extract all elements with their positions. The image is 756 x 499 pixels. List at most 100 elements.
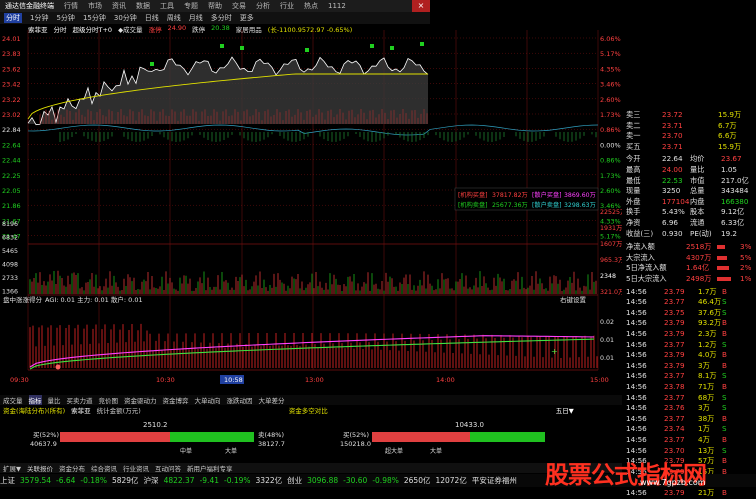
price-tick: 23.83	[2, 50, 21, 58]
tick-row: 14:56 23.77 1.2万 S	[622, 340, 756, 351]
fund-stat-tab[interactable]: 统计金额(万元)	[97, 405, 141, 415]
tick-direction: S	[722, 297, 727, 306]
signal-marker	[240, 46, 244, 50]
balance-left-center: 2510.2	[143, 421, 168, 429]
price-tick: 22.25	[2, 172, 21, 180]
status-item-6: 4822.37	[164, 476, 195, 485]
menu-analysis[interactable]: 分析	[256, 1, 270, 11]
menu-market[interactable]: 市场	[88, 1, 102, 11]
stat-value: 22.53	[662, 176, 683, 185]
menu-help[interactable]: 帮助	[208, 1, 222, 11]
stat-label: 总量	[690, 186, 704, 196]
bottom-tab-0[interactable]: 成交量	[3, 395, 23, 405]
menu-hot[interactable]: 热点	[304, 1, 318, 11]
balance-left-buy-pct: 买(52%)	[33, 431, 59, 439]
menu-tools[interactable]: 工具	[160, 1, 174, 11]
percent-tick: 1.73%	[600, 111, 621, 119]
tick-price: 23.79	[664, 350, 685, 359]
stat-label: 量比	[690, 165, 704, 175]
fund-balance-panel: 2510.2 买(52%) 40637.9 卖(48%) 38127.7 中单 …	[0, 415, 622, 463]
order-row: 卖一 23.70 6.6万	[622, 131, 756, 142]
bottom-tab-8[interactable]: 涨跌动因	[227, 395, 253, 405]
stat-value: 5.43%	[662, 207, 685, 216]
close-button[interactable]: ×	[412, 0, 430, 12]
tick-time: 14:56	[626, 488, 647, 497]
percent-tick: 2.60%	[600, 96, 621, 104]
tick-volume: 46.4万	[698, 297, 721, 307]
tick-direction: S	[722, 308, 727, 317]
period-tab-5[interactable]: 日线	[145, 13, 159, 23]
indicator-start-dot	[56, 365, 61, 370]
bottom-tab-6[interactable]: 资金博弈	[163, 395, 189, 405]
tick-time: 14:56	[626, 393, 647, 402]
percent-tick: 2.60%	[600, 187, 621, 195]
period-tab-8[interactable]: 多分时	[211, 13, 232, 23]
fund-flow-row: 5日大宗流入 2498万 1%	[622, 274, 756, 285]
tick-time: 14:56	[626, 403, 647, 412]
status-item-11: 3096.88	[307, 476, 338, 485]
period-tab-6[interactable]: 周线	[167, 13, 181, 23]
menu-data[interactable]: 数据	[136, 1, 150, 11]
indicator-settings[interactable]: 右键设置	[560, 295, 587, 304]
percent-tick: 6.06%	[600, 35, 621, 43]
bottom-tab-5[interactable]: 资金驱动力	[124, 395, 157, 405]
fund-compare-tab[interactable]: 资金多空对比	[289, 405, 328, 415]
bottom-tab-2[interactable]: 量比	[48, 395, 61, 405]
period-tab-1[interactable]: 1分钟	[30, 13, 48, 23]
intraday-chart[interactable]: 24.01 23.83 23.62 23.42 23.22 23.02 22.84 22.64…	[0, 24, 622, 395]
order-price: 23.70	[662, 131, 683, 140]
bottom-tab-4[interactable]: 竞价图	[99, 395, 119, 405]
nav-tab-2[interactable]: 资金分布	[59, 463, 85, 473]
five-day-select[interactable]: 五日▼	[556, 405, 574, 415]
tick-volume: 37.6万	[698, 308, 721, 318]
stat-row: 最高 24.00 量比 1.05	[622, 165, 756, 176]
bottom-tab-7[interactable]: 大单动向	[195, 395, 221, 405]
tick-volume: 38万	[698, 414, 714, 424]
fund-flow-row: 大宗流入 4307万 5%	[622, 253, 756, 264]
status-item-14: 2650亿	[404, 475, 431, 486]
time-tick: 09:30	[10, 376, 29, 384]
stat-label: 均价	[690, 154, 704, 164]
price-tick: 22.84	[2, 126, 21, 134]
bottom-tab-1[interactable]: 指标	[29, 395, 42, 405]
menu-hq[interactable]: 行情	[64, 1, 78, 11]
inst-buy-label: [机构买盘]	[458, 191, 488, 199]
stat-value: 24.00	[662, 165, 683, 174]
menu-trade[interactable]: 交易	[232, 1, 246, 11]
nav-tab-1[interactable]: 关联报价	[27, 463, 53, 473]
price-tick: 23.02	[2, 111, 21, 119]
signal-marker	[220, 44, 224, 48]
status-item-13: -0.98%	[372, 476, 399, 485]
flow-pct: 3%	[740, 242, 751, 251]
bottom-tab-9[interactable]: 大单差分	[259, 395, 285, 405]
price-tick: 23.42	[2, 81, 21, 89]
menu-industry[interactable]: 行业	[280, 1, 294, 11]
period-tab-7[interactable]: 月线	[189, 13, 203, 23]
nav-tab-5[interactable]: 互动问答	[155, 463, 181, 473]
nav-tab-4[interactable]: 行业资讯	[123, 463, 149, 473]
menu-news[interactable]: 资讯	[112, 1, 126, 11]
flow-pct: 1%	[740, 274, 751, 283]
bottom-tab-3[interactable]: 买卖力道	[67, 395, 93, 405]
nav-tab-6[interactable]: 新用户福利专享	[187, 463, 233, 473]
period-tab-9[interactable]: 更多	[240, 13, 254, 23]
tick-price: 23.77	[664, 414, 685, 423]
fund-stock-name: 索菲亚	[71, 405, 91, 415]
stat-value: 177104	[662, 197, 689, 206]
nav-tab-3[interactable]: 综合资讯	[91, 463, 117, 473]
tick-price: 23.79	[664, 318, 685, 327]
order-label: 买五	[626, 142, 640, 152]
stat-label: 今开	[626, 154, 640, 164]
signal-marker	[370, 44, 374, 48]
period-tab-4[interactable]: 30分钟	[114, 13, 137, 23]
tick-row: 14:56 23.76 3万 S	[622, 403, 756, 414]
nav-tab-0[interactable]: 扩展▼	[3, 463, 21, 473]
menu-topics[interactable]: 专题	[184, 1, 198, 11]
period-tab-0[interactable]: 分时	[4, 13, 22, 23]
period-tab-2[interactable]: 5分钟	[56, 13, 74, 23]
indicator-tab-bar: 成交量 指标 量比 买卖力道 竞价图 资金驱动力 资金博弈 大单动向 涨跌动因 大单差分	[0, 395, 622, 405]
tick-direction: B	[722, 329, 727, 338]
tick-time: 14:56	[626, 424, 647, 433]
period-tab-3[interactable]: 15分钟	[83, 13, 106, 23]
fund-distribution-tab[interactable]: 资金(海陆分布)(所有)	[3, 405, 65, 415]
